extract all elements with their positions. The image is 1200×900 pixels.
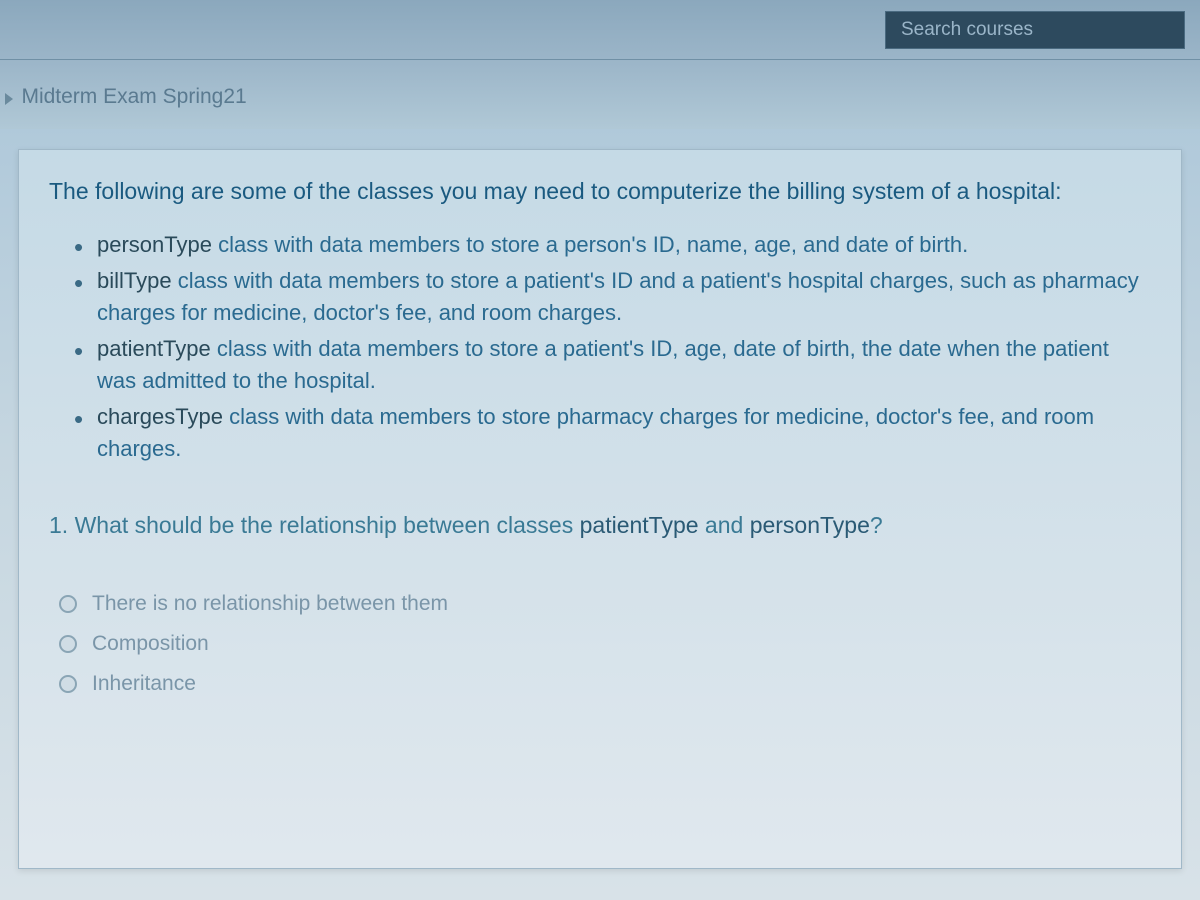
class-desc: class with data members to store a patie… (97, 336, 1109, 393)
class-list: personType class with data members to st… (49, 229, 1151, 464)
intro-text: The following are some of the classes yo… (49, 175, 1151, 207)
radio-icon (59, 635, 77, 653)
class-name: patientType (97, 336, 211, 361)
question-text: 1. What should be the relationship betwe… (49, 509, 1151, 541)
search-input[interactable] (885, 11, 1185, 49)
list-item: personType class with data members to st… (79, 229, 1151, 261)
class-desc: class with data members to store pharmac… (97, 404, 1094, 461)
list-item: chargesType class with data members to s… (79, 401, 1151, 465)
option-composition[interactable]: Composition (59, 632, 1151, 656)
class-name: chargesType (97, 404, 223, 429)
question-mid: and (699, 512, 750, 538)
options-group: There is no relationship between them Co… (49, 592, 1151, 696)
question-panel: The following are some of the classes yo… (18, 149, 1182, 869)
question-term: patientType (580, 512, 699, 538)
top-bar (0, 0, 1200, 60)
option-label: There is no relationship between them (92, 592, 448, 616)
option-no-relationship[interactable]: There is no relationship between them (59, 592, 1151, 616)
option-label: Inheritance (92, 672, 196, 696)
class-name: personType (97, 232, 212, 257)
question-prefix: 1. What should be the relationship betwe… (49, 512, 580, 538)
question-term: personType (750, 512, 870, 538)
question-suffix: ? (870, 512, 883, 538)
list-item: patientType class with data members to s… (79, 333, 1151, 397)
option-label: Composition (92, 632, 209, 656)
radio-icon (59, 595, 77, 613)
class-name: billType (97, 268, 172, 293)
class-desc: class with data members to store a patie… (97, 268, 1139, 325)
breadcrumb-link[interactable]: Midterm Exam Spring21 (21, 85, 246, 108)
caret-right-icon (5, 93, 13, 105)
breadcrumb: Midterm Exam Spring21 (0, 60, 1200, 129)
option-inheritance[interactable]: Inheritance (59, 672, 1151, 696)
class-desc: class with data members to store a perso… (212, 232, 968, 257)
list-item: billType class with data members to stor… (79, 265, 1151, 329)
radio-icon (59, 675, 77, 693)
